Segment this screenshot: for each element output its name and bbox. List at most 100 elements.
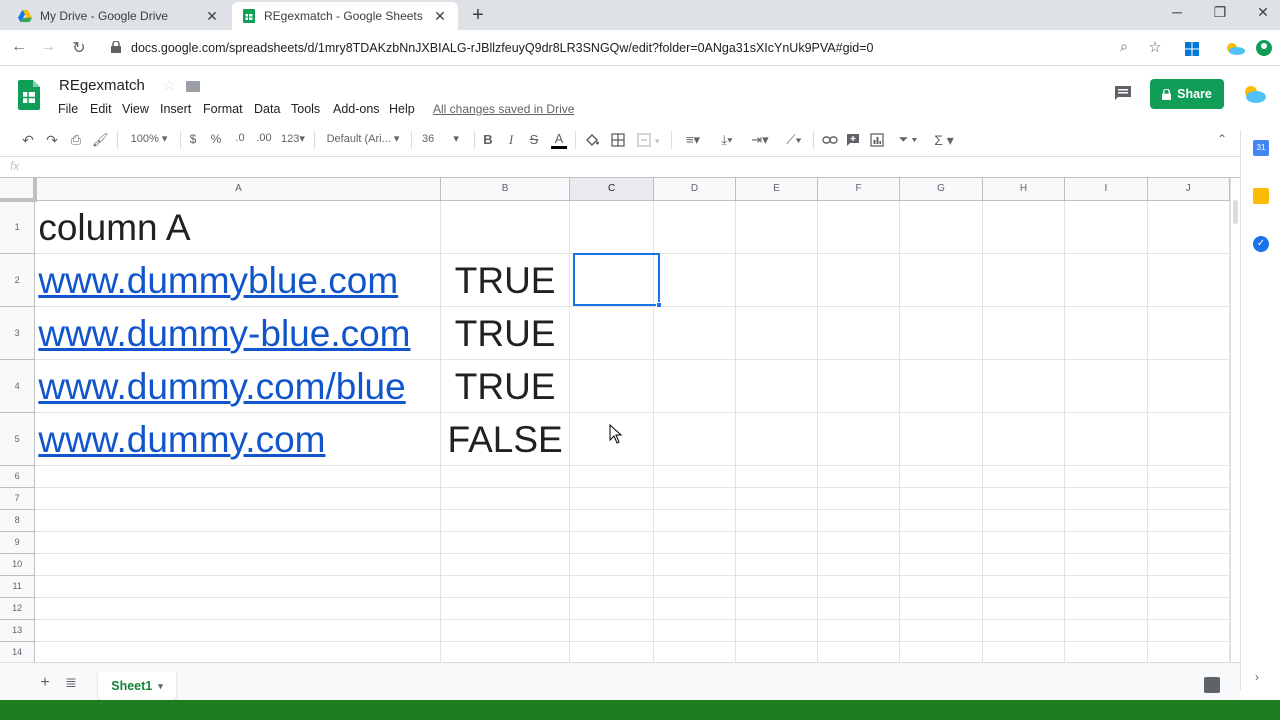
cell[interactable] bbox=[440, 465, 571, 488]
cell[interactable] bbox=[735, 509, 818, 532]
cell[interactable] bbox=[817, 306, 901, 360]
cell[interactable] bbox=[735, 359, 818, 413]
row-header-12[interactable]: 12 bbox=[0, 597, 36, 620]
menu-view[interactable]: View bbox=[122, 102, 149, 116]
menu-insert[interactable]: Insert bbox=[160, 102, 191, 116]
cell[interactable] bbox=[653, 597, 737, 620]
cell[interactable] bbox=[1147, 553, 1230, 576]
cell[interactable] bbox=[899, 487, 983, 510]
cell[interactable] bbox=[1064, 531, 1148, 554]
cell[interactable] bbox=[1064, 465, 1148, 488]
cell[interactable] bbox=[735, 641, 818, 662]
star-icon[interactable]: ☆ bbox=[1145, 38, 1165, 56]
expand-panel-icon[interactable]: › bbox=[1255, 670, 1259, 684]
functions-icon[interactable]: Σ ▾ bbox=[931, 132, 957, 149]
cell[interactable] bbox=[1147, 641, 1230, 662]
cell-b4[interactable]: TRUE bbox=[440, 359, 571, 413]
cell[interactable] bbox=[653, 575, 737, 598]
cell[interactable] bbox=[735, 306, 818, 360]
forward-icon[interactable]: → bbox=[38, 38, 58, 56]
rotate-icon[interactable]: ⟋▾ bbox=[780, 132, 808, 148]
fill-handle[interactable] bbox=[656, 302, 662, 308]
cell[interactable] bbox=[440, 619, 571, 642]
row-header-7[interactable]: 7 bbox=[0, 487, 36, 510]
row-header-1[interactable]: 1 bbox=[0, 200, 36, 254]
cell[interactable] bbox=[982, 619, 1066, 642]
save-status[interactable]: All changes saved in Drive bbox=[433, 102, 574, 116]
menu-format[interactable]: Format bbox=[203, 102, 243, 116]
cell[interactable] bbox=[569, 306, 654, 360]
select-all-corner[interactable] bbox=[0, 178, 37, 202]
close-tab-icon[interactable]: ✕ bbox=[432, 8, 448, 25]
column-header-f[interactable]: F bbox=[817, 178, 901, 201]
cell-a4[interactable]: www.dummy.com/blue bbox=[34, 359, 441, 413]
cell[interactable] bbox=[982, 412, 1066, 466]
cell[interactable] bbox=[1147, 619, 1230, 642]
percent-button[interactable]: % bbox=[209, 132, 223, 146]
add-sheet-icon[interactable]: + bbox=[36, 674, 54, 692]
cell[interactable] bbox=[1147, 412, 1230, 466]
cell[interactable] bbox=[34, 465, 441, 488]
cell[interactable] bbox=[440, 509, 571, 532]
cell-b3[interactable]: TRUE bbox=[440, 306, 571, 360]
window-close-icon[interactable]: ✕ bbox=[1248, 4, 1278, 21]
cell[interactable] bbox=[817, 553, 901, 576]
filter-icon[interactable]: ⏷ ▾ bbox=[893, 132, 923, 147]
cell[interactable] bbox=[899, 641, 983, 662]
cell[interactable] bbox=[34, 619, 441, 642]
decrease-decimal-button[interactable]: .0 bbox=[231, 132, 249, 144]
cell[interactable] bbox=[34, 641, 441, 662]
cell[interactable] bbox=[817, 531, 901, 554]
bold-icon[interactable]: B bbox=[481, 132, 495, 147]
share-button[interactable]: Share bbox=[1150, 79, 1224, 109]
currency-button[interactable]: $ bbox=[186, 132, 200, 146]
cell[interactable] bbox=[817, 509, 901, 532]
cell[interactable] bbox=[653, 641, 737, 662]
close-tab-icon[interactable]: ✕ bbox=[204, 8, 220, 25]
cell[interactable] bbox=[735, 619, 818, 642]
insert-comment-icon[interactable] bbox=[846, 133, 860, 147]
cell[interactable] bbox=[440, 641, 571, 662]
menu-edit[interactable]: Edit bbox=[90, 102, 112, 116]
font-size-select[interactable]: 36 ▾ bbox=[418, 132, 468, 145]
cell[interactable] bbox=[1147, 531, 1230, 554]
row-header-3[interactable]: 3 bbox=[0, 306, 36, 360]
column-header-a[interactable]: A bbox=[34, 178, 441, 201]
cell[interactable] bbox=[982, 465, 1066, 488]
zoom-icon[interactable]: ⌕ bbox=[1114, 38, 1134, 55]
cell[interactable] bbox=[653, 509, 737, 532]
redo-icon[interactable]: ↷ bbox=[44, 132, 60, 149]
cell[interactable] bbox=[735, 575, 818, 598]
menu-help[interactable]: Help bbox=[389, 102, 415, 116]
sheets-logo[interactable] bbox=[18, 80, 40, 110]
account-avatar[interactable] bbox=[1241, 83, 1267, 105]
document-title[interactable]: REgexmatch bbox=[59, 77, 145, 94]
cell[interactable] bbox=[34, 531, 441, 554]
cell[interactable] bbox=[899, 306, 983, 360]
selected-cell-outline[interactable] bbox=[573, 253, 660, 306]
collapse-icon[interactable]: ⌃ bbox=[1214, 132, 1230, 146]
cell[interactable] bbox=[569, 531, 654, 554]
cell-a2[interactable]: www.dummyblue.com bbox=[34, 253, 441, 307]
row-header-6[interactable]: 6 bbox=[0, 465, 36, 488]
row-header-13[interactable]: 13 bbox=[0, 619, 36, 642]
cell-b1[interactable] bbox=[440, 200, 571, 254]
fill-color-icon[interactable] bbox=[585, 133, 599, 147]
chart-icon[interactable] bbox=[870, 133, 884, 147]
cell-b5[interactable]: FALSE bbox=[440, 412, 571, 466]
cell[interactable] bbox=[817, 575, 901, 598]
cell[interactable] bbox=[1064, 412, 1148, 466]
cell[interactable] bbox=[653, 200, 737, 254]
column-header-h[interactable]: H bbox=[982, 178, 1066, 201]
strikethrough-icon[interactable]: S bbox=[527, 132, 541, 147]
sheet-list-icon[interactable]: ≣ bbox=[62, 674, 80, 691]
cell[interactable] bbox=[735, 487, 818, 510]
cell[interactable] bbox=[569, 619, 654, 642]
cell[interactable] bbox=[817, 487, 901, 510]
column-header-b[interactable]: B bbox=[440, 178, 571, 201]
cell[interactable] bbox=[817, 641, 901, 662]
row-header-4[interactable]: 4 bbox=[0, 359, 36, 413]
cell-a5[interactable]: www.dummy.com bbox=[34, 412, 441, 466]
cell[interactable] bbox=[735, 253, 818, 307]
cell[interactable] bbox=[1147, 253, 1230, 307]
